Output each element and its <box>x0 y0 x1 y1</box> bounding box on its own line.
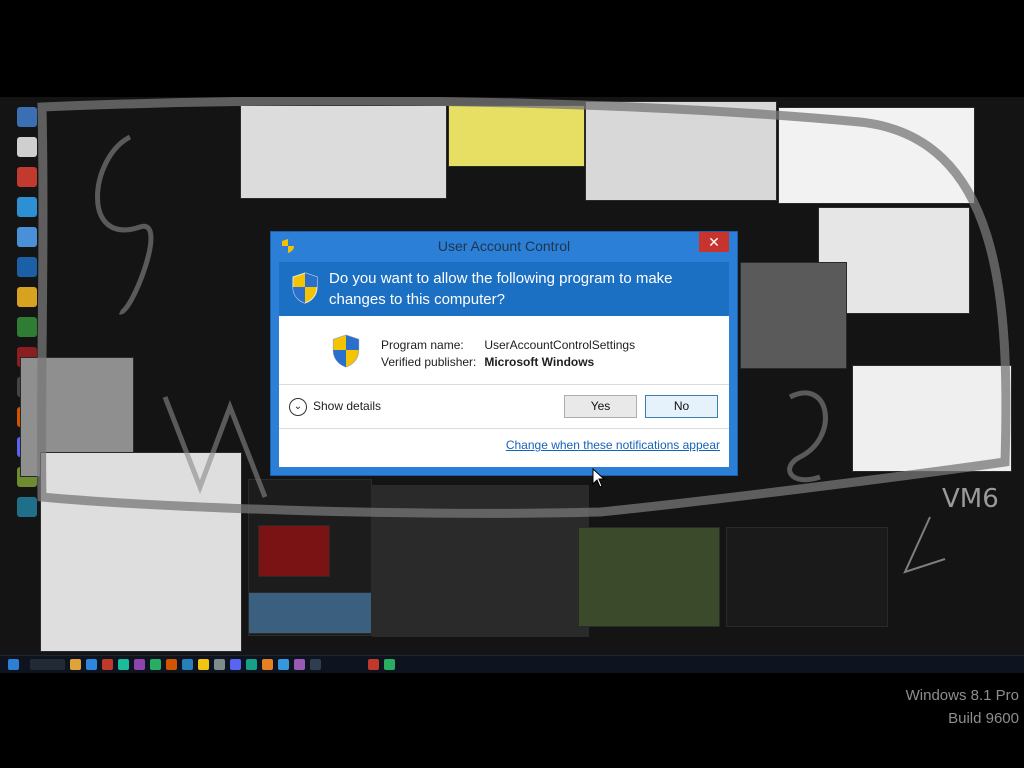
taskbar-app-button[interactable] <box>214 659 225 670</box>
publisher-row: Verified publisher: Microsoft Windows <box>381 355 594 369</box>
taskbar-app-button[interactable] <box>230 659 241 670</box>
dialog-question: Do you want to allow the following progr… <box>329 270 673 308</box>
mouse-cursor-icon <box>592 468 606 488</box>
program-name-row: Program name: UserAccountControlSettings <box>381 338 635 352</box>
taskbar-app-button[interactable] <box>368 659 379 670</box>
yes-button[interactable]: Yes <box>564 395 637 418</box>
uac-shield-icon <box>332 334 360 368</box>
search-box[interactable] <box>30 659 65 670</box>
vm-label: VM6 <box>942 484 999 514</box>
taskbar <box>0 655 1024 673</box>
taskbar-app-button[interactable] <box>70 659 81 670</box>
taskbar-app-button[interactable] <box>134 659 145 670</box>
close-button[interactable]: ✕ <box>699 232 729 252</box>
taskbar-app-button[interactable] <box>262 659 273 670</box>
watermark-build: Build 9600 <box>948 710 1019 727</box>
os-watermark: Windows 8.1 Pro Build 9600 <box>906 684 1019 730</box>
taskbar-app-button[interactable] <box>198 659 209 670</box>
no-button[interactable]: No <box>645 395 718 418</box>
show-details-label: Show details <box>313 399 382 414</box>
taskbar-app-button[interactable] <box>150 659 161 670</box>
dialog-title: User Account Control <box>437 238 571 254</box>
chevron-down-icon: ⌄ <box>289 398 307 416</box>
dialog-titlebar[interactable]: User Account Control ✕ <box>271 232 737 260</box>
dialog-body: Program name: UserAccountControlSettings… <box>279 316 729 467</box>
taskbar-app-button[interactable] <box>166 659 177 670</box>
taskbar-app-button[interactable] <box>86 659 97 670</box>
start-button[interactable] <box>8 659 19 670</box>
taskbar-app-button[interactable] <box>102 659 113 670</box>
dialog-header: Do you want to allow the following progr… <box>279 262 729 316</box>
close-icon: ✕ <box>708 234 720 250</box>
divider <box>279 384 729 385</box>
taskbar-app-button[interactable] <box>182 659 193 670</box>
publisher-label: Verified publisher: <box>381 355 477 369</box>
taskbar-app-button[interactable] <box>310 659 321 670</box>
taskbar-app-button[interactable] <box>384 659 395 670</box>
watermark-edition: Windows 8.1 Pro <box>905 687 1019 704</box>
taskbar-app-button[interactable] <box>294 659 305 670</box>
uac-dialog: User Account Control ✕ Do you want to al… <box>271 232 737 475</box>
taskbar-app-button[interactable] <box>246 659 257 670</box>
program-name-label: Program name: <box>381 338 464 352</box>
change-notifications-link[interactable]: Change when these notifications appear <box>506 438 720 452</box>
taskbar-app-button[interactable] <box>278 659 289 670</box>
publisher-value: Microsoft Windows <box>484 355 595 369</box>
divider <box>279 428 729 429</box>
program-name-value: UserAccountControlSettings <box>484 338 636 352</box>
taskbar-app-button[interactable] <box>118 659 129 670</box>
show-details-toggle[interactable]: ⌄ Show details <box>289 398 381 416</box>
uac-shield-icon <box>292 272 318 304</box>
